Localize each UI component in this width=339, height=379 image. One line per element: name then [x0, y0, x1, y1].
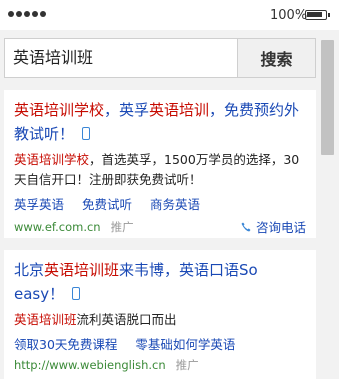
title-text: 北京: [14, 261, 45, 279]
battery-percentage: 100%: [270, 8, 308, 23]
mobile-phone-icon: [82, 127, 91, 140]
phone-icon: [241, 222, 251, 231]
desc-keyword: 英语培训班: [14, 312, 77, 327]
sitelink-free-trial[interactable]: 免费试听: [82, 194, 132, 213]
sitelinks: 领取30天免费课程 零基础如何学英语: [14, 334, 306, 353]
results-page: 英语培训班 搜索 英语培训学校，英孚英语培训，免费预约外教试听！ 英语培训学校，…: [0, 30, 318, 379]
search-button[interactable]: 搜索: [238, 38, 316, 78]
search-bar: 英语培训班 搜索: [4, 38, 316, 78]
result-url: www.ef.com.cn: [14, 219, 101, 234]
mobile-phone-icon: [72, 287, 81, 300]
result-footer: http://www.webienglish.cn 推广: [14, 357, 306, 373]
ad-label: 推广: [110, 219, 134, 234]
call-label: 咨询电话: [255, 220, 306, 235]
result-title-link[interactable]: 北京英语培训班来韦博，英语口语So easy！: [14, 258, 306, 306]
desc-keyword: 英语培训学校: [14, 152, 90, 167]
sitelink-ef-english[interactable]: 英孚英语: [14, 194, 64, 213]
sitelinks: 英孚英语 免费试听 商务英语: [14, 194, 306, 213]
ad-label: 推广: [175, 358, 199, 372]
title-text: ，英孚: [104, 101, 150, 119]
status-bar: 100%: [0, 0, 339, 30]
ad-result-card: 北京英语培训班来韦博，英语口语So easy！ 英语培训班流利英语脱口而出 领取…: [4, 250, 316, 379]
title-keyword: 英语培训: [149, 101, 210, 119]
desc-text: 流利英语脱口而出: [76, 312, 177, 327]
battery-icon: [305, 10, 330, 20]
result-description: 英语培训学校，首选英孚，1500万学员的选择，30天自信开口！注册即获免费试听！: [14, 150, 306, 190]
title-keyword: 英语培训学校: [14, 101, 105, 119]
result-footer: www.ef.com.cn 推广 咨询电话: [14, 217, 306, 236]
result-description: 英语培训班流利英语脱口而出: [14, 310, 306, 330]
result-url: http://www.webienglish.cn: [14, 358, 166, 372]
result-title-link[interactable]: 英语培训学校，英孚英语培训，免费预约外教试听！: [14, 98, 306, 146]
sitelink-beginner-english[interactable]: 零基础如何学英语: [135, 334, 235, 353]
call-button[interactable]: 咨询电话: [241, 217, 306, 236]
scrollbar[interactable]: [318, 30, 339, 379]
sitelink-business-english[interactable]: 商务英语: [150, 194, 200, 213]
search-input[interactable]: 英语培训班: [4, 38, 238, 78]
title-keyword: 英语培训班: [44, 261, 120, 279]
scrollbar-thumb[interactable]: [321, 40, 334, 155]
signal-icon: [8, 11, 46, 19]
ad-result-card: 英语培训学校，英孚英语培训，免费预约外教试听！ 英语培训学校，首选英孚，1500…: [4, 90, 316, 238]
sitelink-free-course[interactable]: 领取30天免费课程: [14, 334, 117, 353]
